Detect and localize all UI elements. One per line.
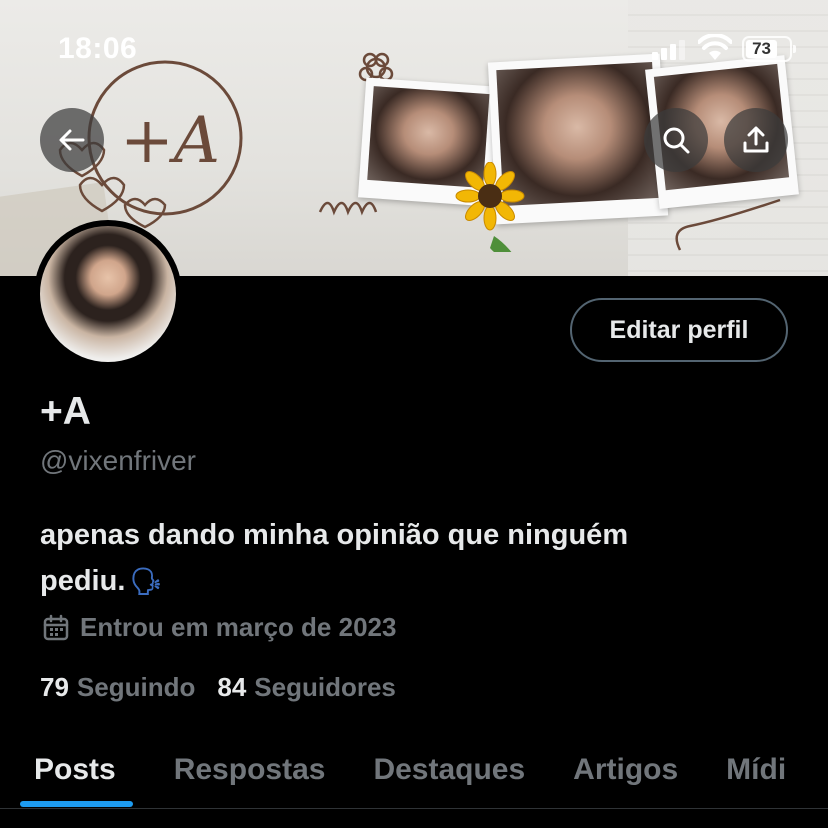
join-date-text: Entrou em março de 2023: [80, 612, 397, 642]
share-button[interactable]: [724, 108, 788, 172]
follow-stats: 79 Seguindo 84 Seguidores: [40, 672, 396, 703]
display-name: +A: [40, 390, 91, 433]
back-arrow-icon: [59, 129, 85, 151]
tab-destaques[interactable]: Destaques: [373, 753, 525, 787]
edit-profile-button[interactable]: Editar perfil: [570, 298, 788, 362]
following-label: Seguindo: [76, 672, 196, 702]
following-count: 79: [40, 672, 69, 702]
tabs-divider: [0, 808, 828, 809]
status-bar: 18:06 73: [0, 0, 828, 100]
followers-label: Seguidores: [254, 672, 396, 702]
share-icon: [743, 126, 769, 153]
join-date: Entrou em março de 2023: [42, 612, 396, 643]
tab-midia[interactable]: Mídi: [726, 753, 786, 787]
avatar-image: [40, 226, 176, 362]
back-button[interactable]: [40, 108, 104, 172]
bio-line: pediu.: [40, 565, 126, 597]
tab-artigos[interactable]: Artigos: [573, 753, 678, 787]
wifi-icon: [698, 34, 732, 60]
bio-line: apenas dando minha opinião que ninguém: [40, 519, 629, 551]
calendar-icon: [43, 614, 69, 640]
banner-logo-text: +A: [120, 104, 220, 178]
battery-percent: 73: [752, 39, 771, 58]
following-link[interactable]: 79 Seguindo: [40, 672, 195, 703]
speaking-head-emoji: 🗣: [129, 566, 163, 596]
signal-icon: [652, 38, 685, 60]
tab-respostas[interactable]: Respostas: [174, 753, 326, 787]
battery-icon: 73: [742, 36, 796, 62]
search-icon: [663, 127, 690, 154]
active-tab-indicator: [20, 801, 133, 807]
username-handle: @vixenfriver: [40, 445, 197, 476]
profile-bio: apenas dando minha opinião que ninguém p…: [40, 512, 740, 604]
tab-posts[interactable]: Posts: [34, 753, 116, 787]
status-time: 18:06: [58, 32, 138, 65]
sunflower-icon: [455, 162, 525, 252]
search-button[interactable]: [644, 108, 708, 172]
followers-count: 84: [217, 672, 247, 702]
profile-tabs: Posts Respostas Destaques Artigos Mídi: [0, 732, 828, 808]
followers-link[interactable]: 84 Seguidores: [217, 672, 396, 703]
avatar[interactable]: [34, 220, 182, 368]
